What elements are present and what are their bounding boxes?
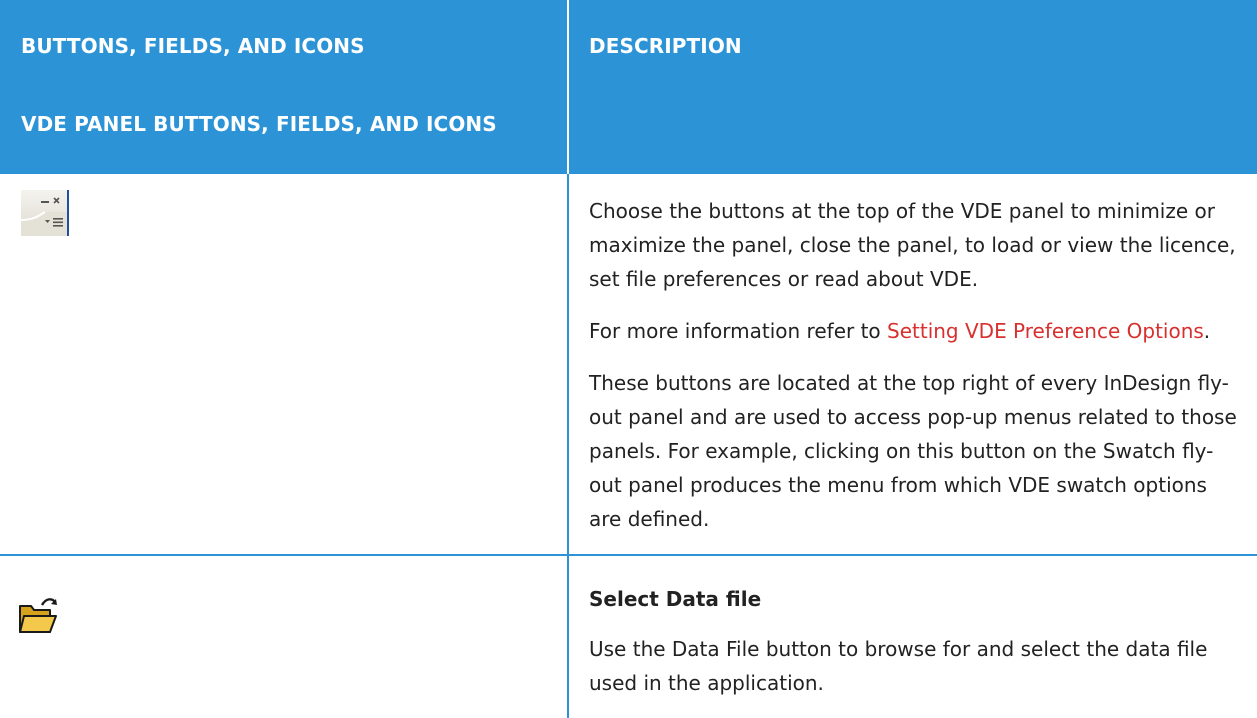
- reference-prefix: For more information refer to: [589, 319, 888, 343]
- table-row: Choose the buttons at the top of the VDE…: [0, 174, 1257, 556]
- header-cell-buttons: BUTTONS, FIELDS, AND ICONS VDE PANEL BUT…: [0, 0, 569, 174]
- description-cell: Select Data file Use the Data File butto…: [568, 555, 1257, 718]
- header-label-description: DESCRIPTION: [589, 34, 742, 58]
- reference-suffix: .: [1203, 319, 1211, 343]
- header-label-buttons: BUTTONS, FIELDS, AND ICONS: [21, 34, 365, 58]
- header-label-vde-panel: VDE PANEL BUTTONS, FIELDS, AND ICONS: [21, 112, 497, 136]
- row-title: Select Data file: [589, 587, 762, 611]
- description-cell: Choose the buttons at the top of the VDE…: [568, 174, 1257, 556]
- header-cell-description: DESCRIPTION: [568, 0, 1257, 174]
- icon-cell: [0, 174, 569, 556]
- reference-paragraph: For more information refer to Setting VD…: [589, 314, 1237, 348]
- description-paragraph: These buttons are located at the top rig…: [589, 371, 1237, 531]
- table-row: Select Data file Use the Data File butto…: [0, 555, 1257, 718]
- table-header: BUTTONS, FIELDS, AND ICONS VDE PANEL BUT…: [0, 0, 1257, 174]
- description-paragraph: Use the Data File button to browse for a…: [589, 637, 1208, 695]
- vde-panel-reference-table: BUTTONS, FIELDS, AND ICONS VDE PANEL BUT…: [0, 0, 1257, 718]
- description-paragraph: Choose the buttons at the top of the VDE…: [589, 199, 1236, 291]
- icon-cell: [0, 555, 569, 718]
- panel-window-controls-icon: [21, 190, 69, 236]
- open-folder-icon: [19, 598, 57, 633]
- setting-vde-preference-options-link[interactable]: Setting VDE Preference Options: [887, 319, 1204, 343]
